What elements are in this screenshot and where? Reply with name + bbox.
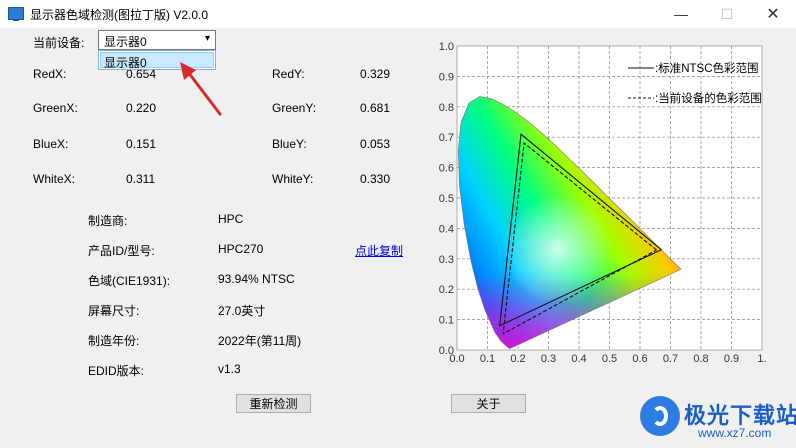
y-tick-label: 0.7 xyxy=(439,132,454,144)
y-tick-label: 0.9 xyxy=(439,71,454,83)
y-tick-label: 0.2 xyxy=(439,284,454,296)
x-tick-label: 0.5 xyxy=(602,353,617,365)
x-tick-label: 0.9 xyxy=(724,353,739,365)
watermark-logo: 极光下载站 www.xz7.com xyxy=(636,392,796,448)
x-tick-label: 0.2 xyxy=(510,353,525,365)
y-tick-label: 0.3 xyxy=(439,254,454,266)
x-tick-label: 0.8 xyxy=(693,353,708,365)
y-tick-label: 0.6 xyxy=(439,163,454,175)
x-tick-label: 0.1 xyxy=(480,353,495,365)
x-tick-label: 0.7 xyxy=(663,353,678,365)
y-tick-label: 1.0 xyxy=(439,41,454,53)
x-tick-label: 0.3 xyxy=(541,353,556,365)
y-tick-label: 0.5 xyxy=(439,193,454,205)
x-tick-label: 1. xyxy=(757,353,766,365)
x-tick-label: 0.4 xyxy=(571,353,586,365)
y-tick-label: 0.8 xyxy=(439,102,454,114)
legend-label: :当前设备的色彩范围 xyxy=(655,91,762,105)
x-tick-label: 0.6 xyxy=(632,353,647,365)
y-tick-label: 0.1 xyxy=(439,315,454,327)
y-tick-label: 0.0 xyxy=(439,345,454,357)
cie-chart: 0.0 0.1 0.2 0.3 0.4 0.5 0.6 0.7 0.8 0.9 1.0.00.10.… xyxy=(439,41,767,365)
legend-label: :标准NTSC色彩范围 xyxy=(655,61,759,75)
y-tick-label: 0.4 xyxy=(439,223,454,235)
